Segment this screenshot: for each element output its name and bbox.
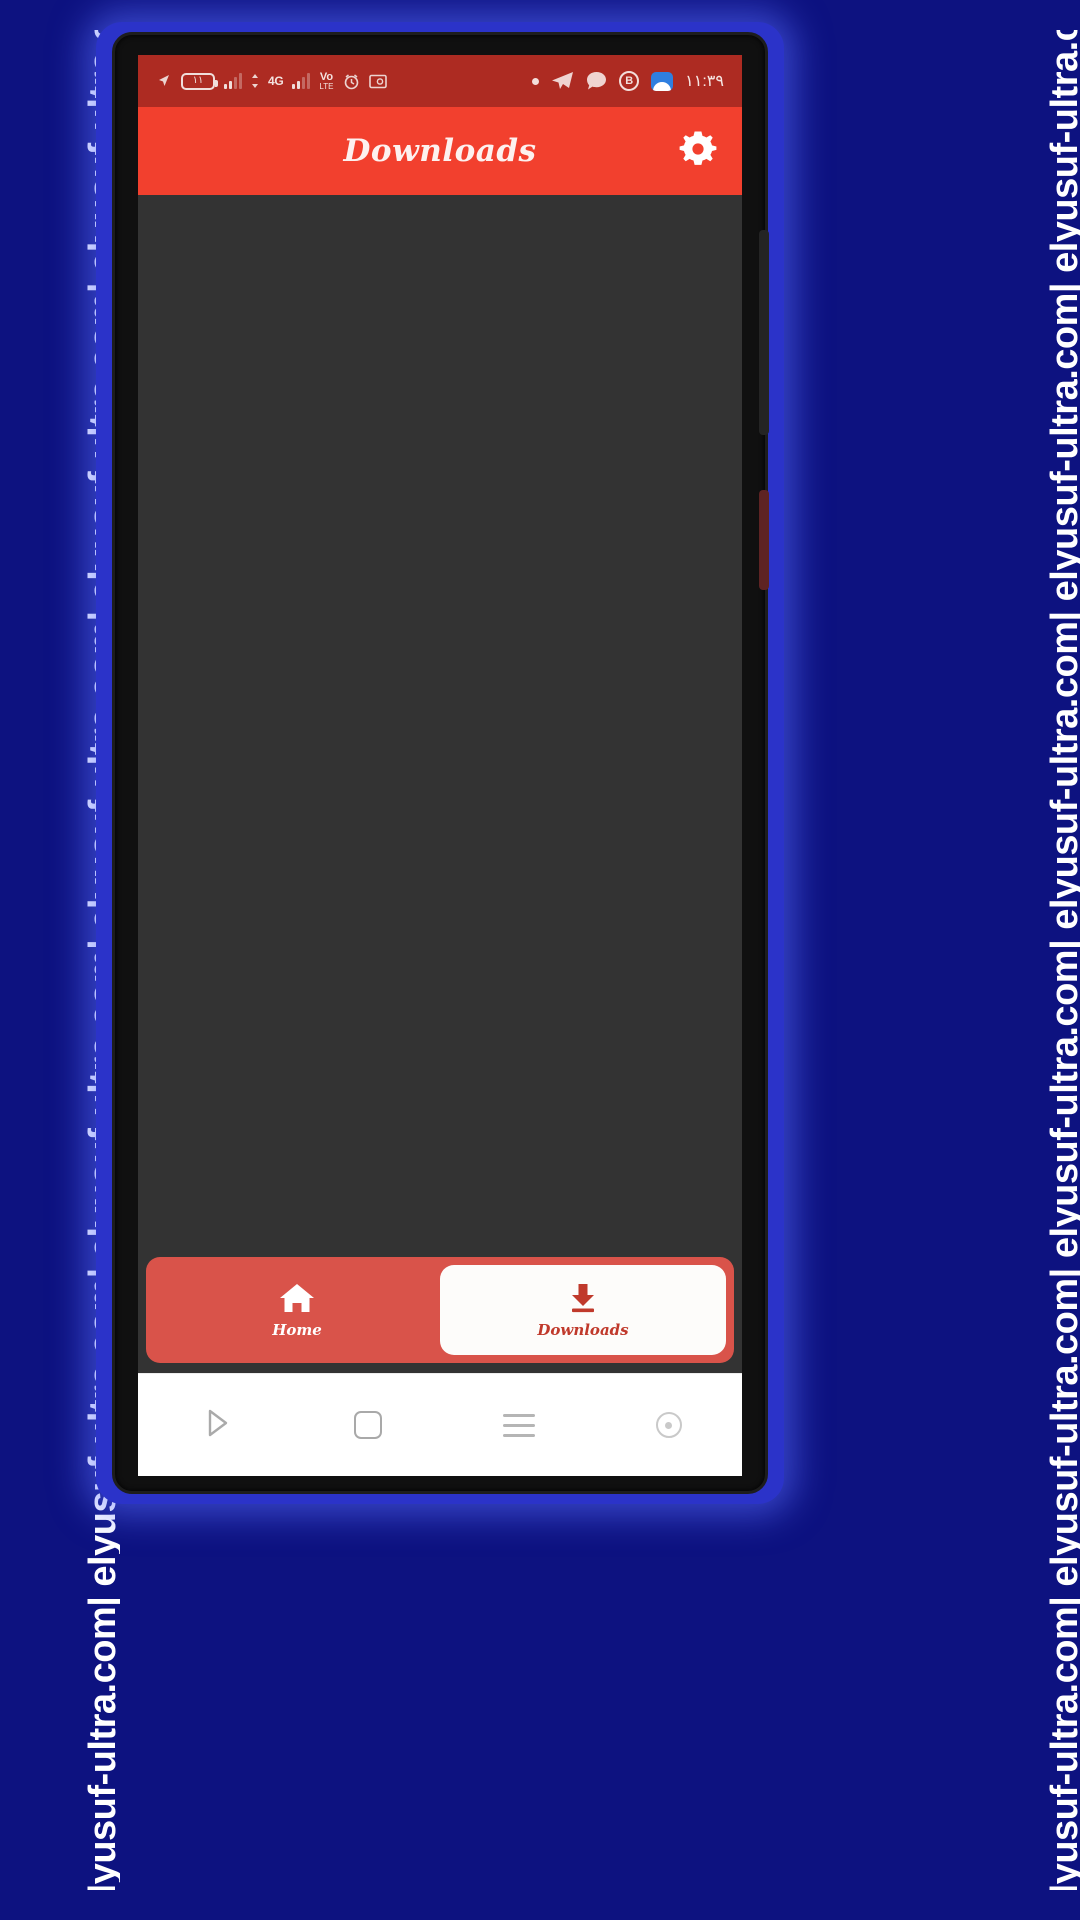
badge-b-icon: B: [619, 71, 640, 91]
power-button[interactable]: [759, 490, 769, 590]
tab-home-label: Home: [272, 1321, 322, 1339]
chat-bubble-icon: [586, 71, 607, 91]
hamburger-recents-icon: [502, 1413, 535, 1437]
assistant-button[interactable]: [655, 1412, 682, 1438]
volte-bottom-label: LTE: [319, 81, 334, 91]
network-type-label: 4G: [268, 74, 284, 88]
back-button[interactable]: [199, 1406, 233, 1445]
tab-downloads-label: Downloads: [537, 1321, 629, 1339]
circle-dot-icon: [655, 1412, 682, 1438]
tab-downloads[interactable]: Downloads: [440, 1265, 726, 1355]
app-blue-icon: [651, 71, 674, 91]
volte-top-label: Vo: [319, 70, 334, 83]
screenshot-icon: [368, 74, 387, 89]
status-bar-clock: ١١:٣٩: [685, 73, 724, 90]
signal-bars-2-icon: [292, 73, 311, 89]
alarm-icon: [343, 73, 360, 90]
bottom-tab-bar-wrapper: Home Downloads: [138, 1257, 742, 1373]
data-4g-icon: [251, 74, 259, 88]
status-bar: ١١ 4G Vo LTE B ١١:٣٩: [138, 55, 742, 107]
battery-icon: ١١: [181, 72, 218, 90]
bottom-tab-bar: Home Downloads: [146, 1257, 734, 1363]
home-button[interactable]: [353, 1411, 382, 1439]
android-nav-bar: [138, 1373, 742, 1476]
watermark-text: elyusuf-ultra.com| elyusuf-ultra.com| el…: [1044, 0, 1080, 1915]
download-icon: [564, 1281, 602, 1315]
app-bar: Downloads: [138, 107, 742, 195]
tab-home[interactable]: Home: [154, 1265, 440, 1355]
triangle-back-icon: [199, 1406, 233, 1445]
volume-button[interactable]: [759, 230, 769, 435]
volte-icon: Vo LTE: [319, 70, 334, 91]
home-icon: [278, 1281, 316, 1315]
recents-button[interactable]: [502, 1413, 535, 1437]
downloads-list-empty: [138, 195, 742, 1261]
dot-icon: [532, 77, 540, 85]
signal-bars-icon: [224, 73, 242, 89]
page-title: Downloads: [343, 133, 537, 169]
watermark-right: elyusuf-ultra.com| elyusuf-ultra.com| el…: [960, 0, 1080, 1920]
phone-screen: ١١ 4G Vo LTE B ١١:٣٩ Downloads Home Down…: [138, 55, 742, 1476]
watermark-bottom-bar: [0, 1890, 1080, 1920]
telegram-icon: [551, 71, 574, 91]
square-home-icon: [353, 1411, 382, 1439]
location-icon: [156, 73, 172, 89]
gear-icon[interactable]: [676, 127, 720, 176]
battery-level: ١١: [192, 75, 204, 86]
